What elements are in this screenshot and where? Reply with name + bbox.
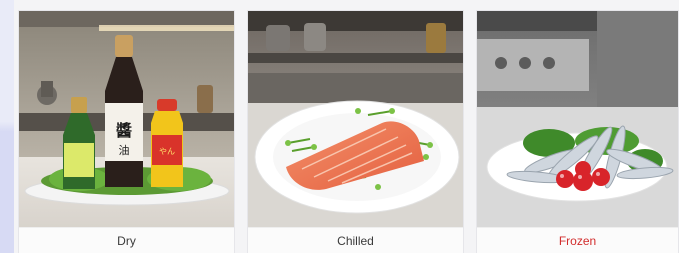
category-card-grid: 醬 油 やん Dry Chilled Frozen [18, 10, 679, 253]
chilled-goods-photo [248, 11, 463, 227]
dry-goods-photo: 醬 油 やん [19, 11, 234, 227]
category-card-chilled[interactable]: Chilled [247, 10, 464, 253]
category-label-chilled: Chilled [248, 227, 463, 253]
svg-text:油: 油 [119, 143, 130, 157]
category-label-frozen: Frozen [477, 227, 678, 253]
category-card-dry[interactable]: 醬 油 やん Dry [18, 10, 235, 253]
category-card-frozen[interactable]: Frozen [476, 10, 679, 253]
frozen-goods-photo [477, 11, 678, 227]
side-accent-strip [0, 0, 14, 253]
svg-text:醬: 醬 [116, 121, 132, 140]
category-label-dry: Dry [19, 227, 234, 253]
svg-text:やん: やん [159, 147, 175, 156]
